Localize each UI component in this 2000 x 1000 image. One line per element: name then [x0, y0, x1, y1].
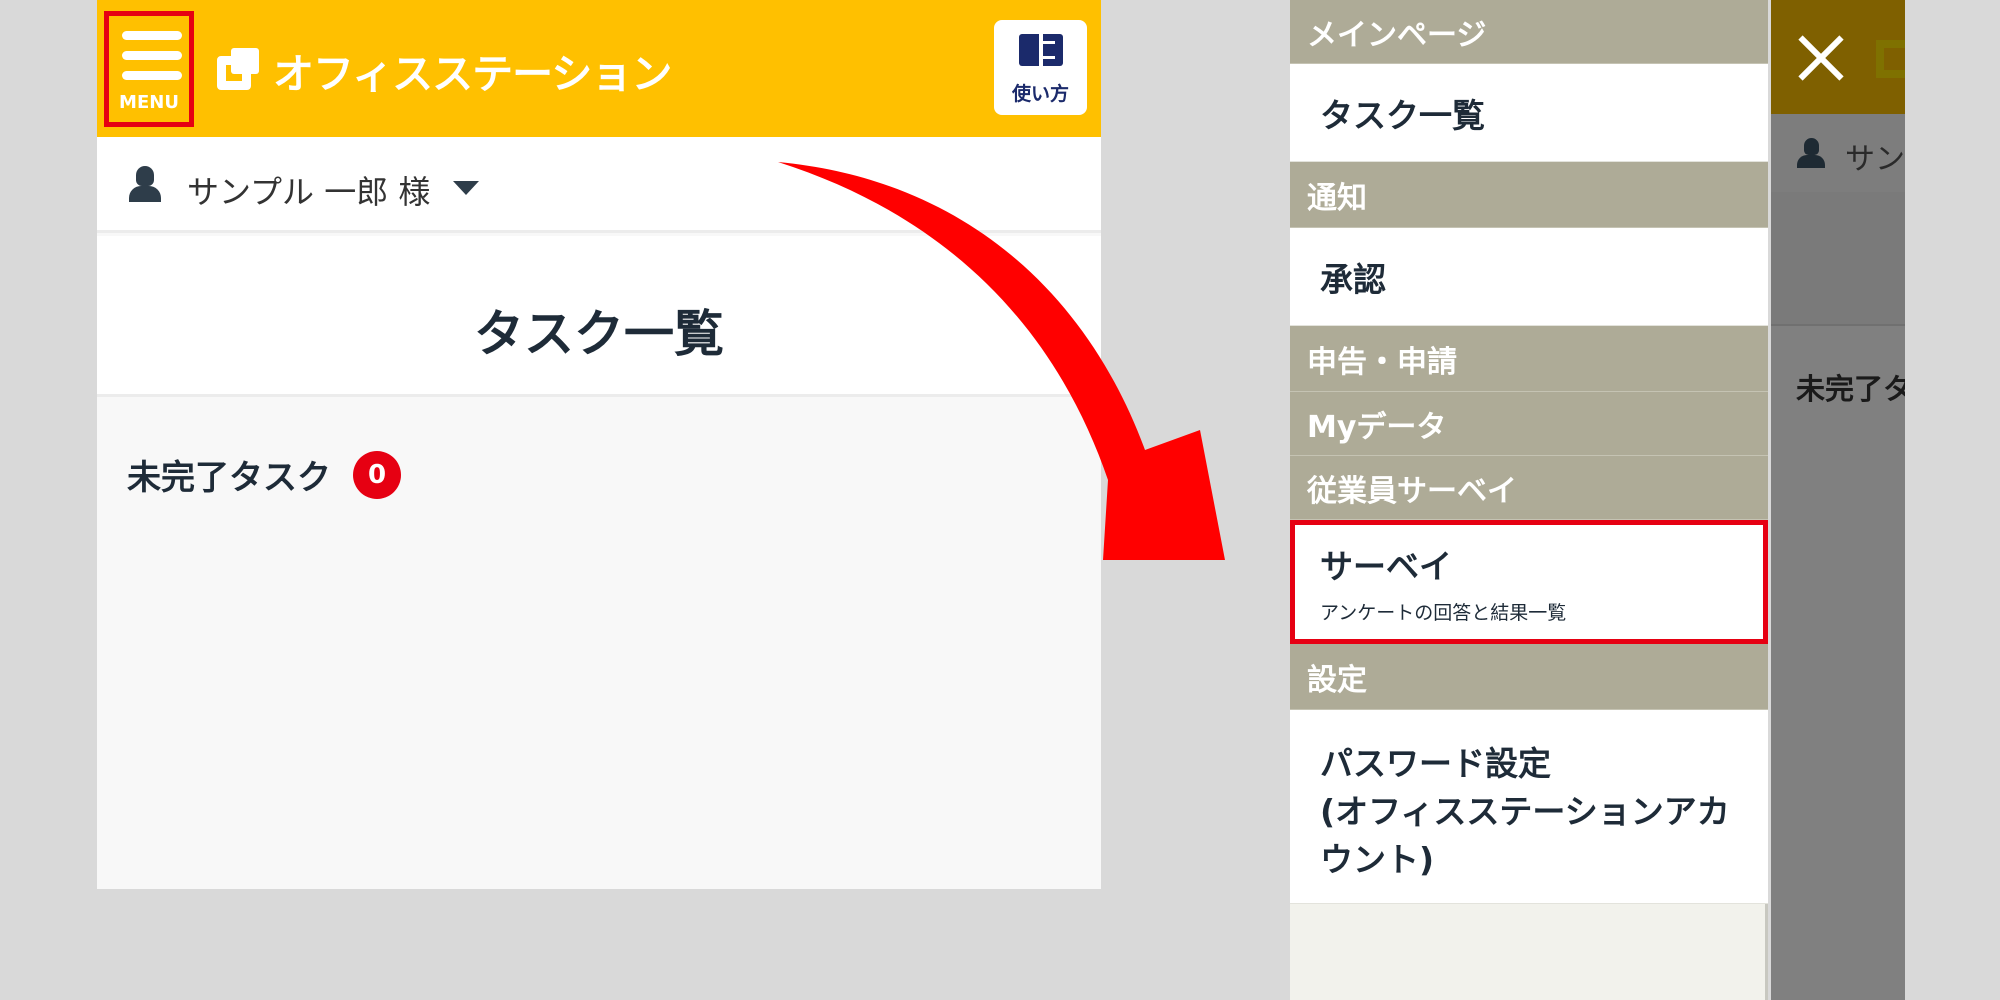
menu-section-mydata[interactable]: Myデータ: [1290, 392, 1768, 456]
menu-item-password-settings[interactable]: パスワード設定 (オフィスステーションアカ ウント): [1290, 710, 1768, 904]
close-icon[interactable]: [1796, 33, 1846, 83]
user-icon: [1796, 138, 1826, 170]
dimmed-header: [1771, 0, 1905, 114]
menu-button-label: MENU: [119, 92, 179, 113]
user-name: サンプル 一郎 様: [187, 173, 431, 211]
menu-section-settings: 設定: [1290, 644, 1768, 710]
task-count-badge: 0: [353, 450, 401, 499]
menu-section-main: メインページ: [1290, 0, 1768, 64]
dimmed-user-bar: サンプ: [1771, 114, 1905, 192]
menu-section-survey: 従業員サーベイ: [1290, 456, 1768, 520]
logo-text: オフィスステーション: [273, 50, 672, 98]
howto-label: 使い方: [1011, 83, 1069, 105]
side-menu: メインページ タスク一覧 通知 承認 申告・申請 Myデータ 従業員サーベイ サ…: [1290, 0, 1768, 1000]
menu-section-apply[interactable]: 申告・申請: [1290, 326, 1768, 392]
menu-item-survey-description: アンケートの回答と結果一覧: [1320, 601, 1567, 624]
incomplete-tasks-label: 未完了タスク: [127, 458, 331, 498]
logo-icon: [217, 48, 261, 92]
menu-item-survey[interactable]: サーベイ アンケートの回答と結果一覧: [1290, 520, 1768, 644]
incomplete-tasks: 未完了タスク 0: [127, 450, 401, 499]
dimmed-main-screen: サンプ 未完了タ: [1771, 0, 1905, 1000]
dimmed-title-band: [1771, 192, 1905, 326]
menu-item-survey-label: サーベイ: [1320, 546, 1452, 586]
curved-arrow-icon: [778, 162, 1225, 560]
hamburger-icon: [122, 31, 182, 40]
menu-item-task-list[interactable]: タスク一覧: [1290, 64, 1768, 162]
app-logo: オフィスステーション: [217, 40, 672, 100]
password-settings-line3: ウント): [1320, 840, 1435, 879]
menu-section-notify: 通知: [1290, 162, 1768, 228]
menu-item-approval[interactable]: 承認: [1290, 228, 1768, 326]
user-name-partial: サンプ: [1845, 142, 1905, 177]
app-header: MENU オフィスステーション 使い方: [97, 0, 1101, 137]
book-icon: [1019, 34, 1063, 68]
password-settings-line2: (オフィスステーションアカ: [1320, 792, 1730, 831]
logo-icon: [1876, 40, 1905, 78]
menu-button[interactable]: MENU: [104, 11, 194, 127]
password-settings-line1: パスワード設定: [1320, 744, 1551, 783]
howto-button[interactable]: 使い方: [994, 20, 1087, 115]
caret-down-icon: [453, 181, 479, 195]
incomplete-tasks-label-partial: 未完了タ: [1796, 372, 1905, 406]
user-icon: [127, 166, 163, 204]
